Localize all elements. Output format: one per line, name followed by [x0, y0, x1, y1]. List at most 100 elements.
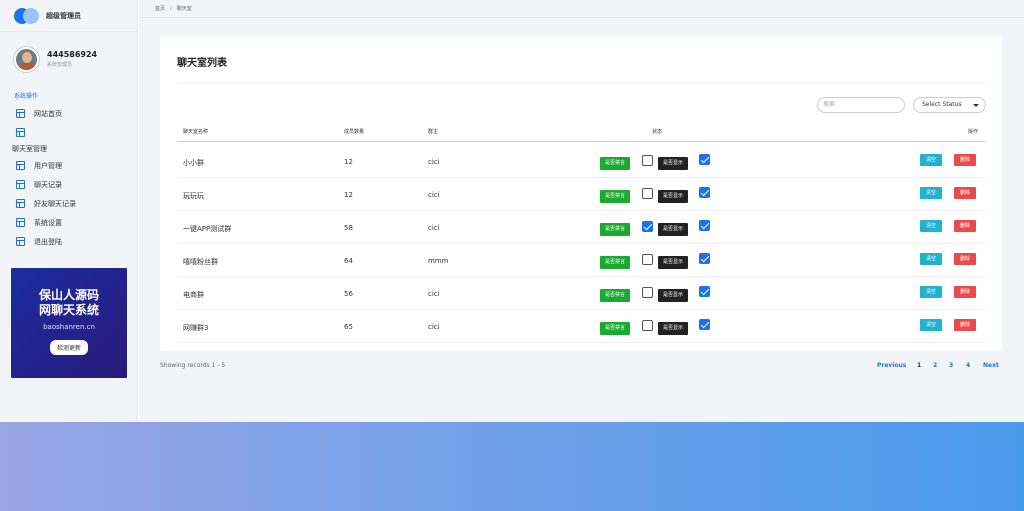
mute-checkbox[interactable] [642, 155, 653, 166]
layout-icon [16, 109, 25, 118]
page-2-button[interactable]: 2 [933, 362, 937, 369]
show-checkbox[interactable] [699, 253, 710, 264]
avatar [14, 46, 39, 72]
delete-button[interactable]: 删除 [954, 319, 977, 331]
table-row: 一键APP测试群 58 cici 是否禁言 是否显示 清空 删除 [177, 211, 985, 244]
sidebar-item-friend-records[interactable]: 好友聊天记录 [0, 194, 137, 213]
clear-button[interactable]: 清空 [920, 319, 943, 331]
layout-icon [16, 161, 25, 170]
mute-checkbox[interactable] [642, 254, 653, 265]
member-count: 12 [344, 191, 353, 199]
promo-banner: 保山人源码 网聊天系统 baoshanren.cn 检测更新 [11, 268, 127, 378]
owner-name: mmm [428, 257, 449, 265]
sidebar: 超级管理员 444586924 系统管理员 系统操作 网站首页 聊天室管理 用户… [0, 0, 138, 422]
sidebar-item-chat-records[interactable]: 聊天记录 [0, 175, 137, 194]
layout-icon [16, 237, 25, 246]
page-title: 聊天室列表 [177, 58, 227, 69]
layout-icon [16, 180, 25, 189]
promo-url: baoshanren.cn [43, 323, 95, 331]
column-members: 成员数量 [344, 129, 365, 135]
breadcrumb-home[interactable]: 首页 [155, 6, 165, 12]
room-name: 电商群 [183, 291, 204, 299]
room-name: 小小群 [183, 159, 204, 167]
background-gradient [0, 422, 1024, 511]
clear-button[interactable]: 清空 [920, 286, 943, 298]
show-badge: 是否显示 [658, 256, 689, 269]
show-badge: 是否显示 [658, 157, 689, 170]
mute-checkbox[interactable] [642, 287, 653, 298]
sidebar-item-label: 用户管理 [34, 161, 62, 170]
room-name: 一键APP测试群 [183, 225, 232, 233]
sidebar-item-logout[interactable]: 退出登陆 [0, 232, 137, 251]
previous-button[interactable]: Previous [877, 362, 906, 369]
owner-name: cici [428, 323, 440, 331]
sidebar-item-home[interactable]: 网站首页 [0, 104, 137, 123]
profile-name: 444586924 [47, 50, 98, 59]
status-select[interactable]: Select Status [913, 97, 986, 113]
section-chatroom: 聊天室管理 [12, 145, 47, 153]
show-checkbox[interactable] [699, 286, 710, 297]
clear-button[interactable]: 清空 [920, 220, 943, 232]
show-checkbox[interactable] [699, 154, 710, 165]
show-checkbox[interactable] [699, 220, 710, 231]
table-row: 玩玩玩 12 cici 是否禁言 是否显示 清空 删除 [177, 178, 985, 211]
main-content: 首页 / 聊天室 聊天室列表 搜索 Select Status 聊天室名称 成员数量… [139, 0, 1024, 422]
sidebar-item-label: 好友聊天记录 [34, 199, 76, 208]
member-count: 12 [344, 158, 353, 166]
column-status: 状态 [652, 129, 663, 135]
sidebar-item-label: 聊天记录 [34, 180, 62, 189]
owner-name: cici [428, 191, 440, 199]
clear-button[interactable]: 清空 [920, 253, 943, 265]
mute-badge: 是否禁言 [600, 223, 631, 236]
show-checkbox[interactable] [699, 319, 710, 330]
mute-checkbox[interactable] [642, 188, 653, 199]
mute-checkbox[interactable] [642, 320, 653, 331]
user-profile[interactable]: 444586924 系统管理员 [0, 38, 137, 80]
profile-role: 系统管理员 [47, 62, 73, 68]
sidebar-item-unlabeled[interactable] [0, 123, 137, 142]
member-count: 65 [344, 323, 353, 331]
mute-badge: 是否禁言 [600, 190, 631, 203]
next-button[interactable]: Next [983, 362, 999, 369]
search-input[interactable]: 搜索 [817, 97, 905, 113]
show-badge: 是否显示 [658, 289, 689, 302]
delete-button[interactable]: 删除 [954, 187, 977, 199]
page-3-button[interactable]: 3 [949, 362, 953, 369]
status-select-value: Select Status [922, 101, 962, 108]
table-row: 嘻嘻粉丝群 64 mmm 是否禁言 是否显示 清空 删除 [177, 244, 985, 277]
room-name: 网赚群3 [183, 324, 209, 332]
room-name: 嘻嘻粉丝群 [183, 258, 218, 266]
member-count: 64 [344, 257, 353, 265]
sidebar-item-label: 网站首页 [34, 109, 62, 118]
section-system: 系统操作 [14, 93, 39, 100]
sidebar-item-users[interactable]: 用户管理 [0, 156, 137, 175]
delete-button[interactable]: 删除 [954, 253, 977, 265]
show-badge: 是否显示 [658, 223, 689, 236]
column-owner: 群主 [428, 129, 439, 135]
show-badge: 是否显示 [658, 190, 689, 203]
page-1-button[interactable]: 1 [917, 362, 921, 369]
mute-checkbox[interactable] [642, 221, 653, 232]
column-name: 聊天室名称 [183, 129, 209, 135]
table-row: 网赚群3 65 cici 是否禁言 是否显示 清空 删除 [177, 310, 985, 343]
table-row: 小小群 12 cici 是否禁言 是否显示 清空 删除 [177, 145, 985, 178]
sidebar-item-label: 退出登陆 [34, 237, 62, 246]
brand-title: 超级管理员 [46, 11, 81, 20]
promo-line-2: 网聊天系统 [38, 303, 99, 317]
check-update-button[interactable]: 检测更新 [49, 340, 88, 355]
clear-button[interactable]: 清空 [920, 187, 943, 199]
delete-button[interactable]: 删除 [954, 154, 977, 166]
mute-badge: 是否禁言 [600, 289, 631, 302]
room-name: 玩玩玩 [183, 192, 204, 200]
delete-button[interactable]: 删除 [954, 286, 977, 298]
show-badge: 是否显示 [658, 322, 689, 335]
breadcrumb-separator: / [170, 6, 172, 12]
page-4-button[interactable]: 4 [966, 362, 970, 369]
brand[interactable]: 超级管理员 [0, 0, 137, 32]
delete-button[interactable]: 删除 [954, 220, 977, 232]
column-actions: 操作 [968, 129, 979, 135]
show-checkbox[interactable] [699, 187, 710, 198]
sidebar-item-settings[interactable]: 系统设置 [0, 213, 137, 232]
clear-button[interactable]: 清空 [920, 154, 943, 166]
mute-badge: 是否禁言 [600, 157, 631, 170]
